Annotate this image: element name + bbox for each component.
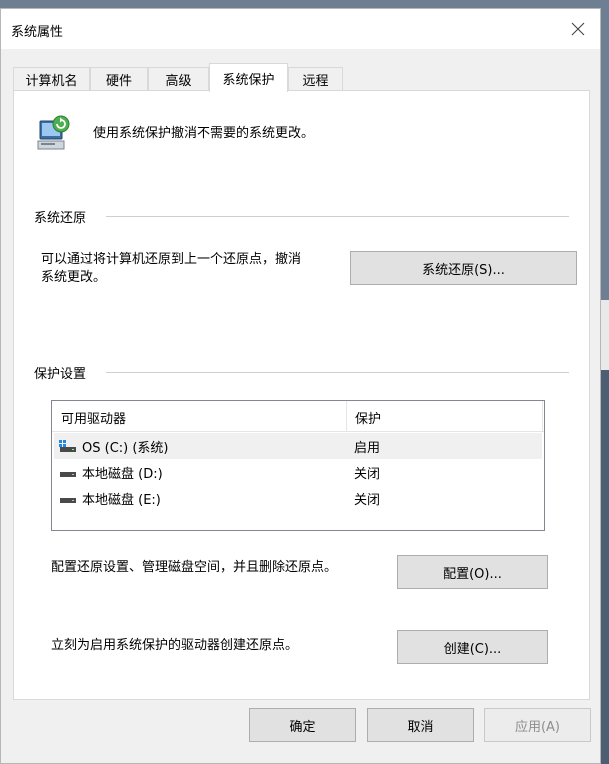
close-icon — [571, 22, 585, 36]
window-title: 系统属性 — [11, 25, 64, 40]
restore-description-line1: 可以通过将计算机还原到上一个还原点，撤消 — [41, 252, 302, 267]
drive-name: 本地磁盘 (E:) — [82, 493, 161, 508]
system-restore-description: 可以通过将计算机还原到上一个还原点，撤消 系统更改。 — [41, 251, 301, 287]
drives-listview[interactable]: 可用驱动器 保护 OS (C:) (系统) 启用 本地磁盘 (D:) 关闭 本地… — [51, 400, 545, 531]
column-separator[interactable] — [542, 401, 543, 431]
tab-hardware[interactable]: 硬件 — [90, 67, 148, 91]
drive-row-e[interactable]: 本地磁盘 (E:) 关闭 — [54, 485, 542, 511]
title-bar: 系统属性 — [1, 9, 600, 49]
apply-button[interactable]: 应用(A) — [484, 708, 591, 742]
drive-protection-status: 启用 — [354, 441, 381, 456]
column-separator[interactable] — [346, 401, 347, 431]
drive-protection-status: 关闭 — [354, 493, 381, 508]
system-restore-group-header: 系统还原 — [34, 207, 569, 226]
protection-settings-heading: 保护设置 — [34, 367, 87, 382]
group-divider — [106, 372, 569, 373]
configure-button[interactable]: 配置(O)... — [397, 555, 548, 589]
tab-system-protection[interactable]: 系统保护 — [209, 63, 288, 92]
disk-drive-icon — [60, 472, 76, 477]
listview-header: 可用驱动器 保护 — [52, 401, 544, 432]
intro-text: 使用系统保护撤消不需要的系统更改。 — [93, 126, 315, 141]
protection-settings-group-header: 保护设置 — [34, 363, 569, 382]
drive-name: 本地磁盘 (D:) — [82, 467, 163, 482]
drive-row-d[interactable]: 本地磁盘 (D:) 关闭 — [54, 459, 542, 485]
drive-protection-status: 关闭 — [354, 467, 381, 482]
system-restore-heading: 系统还原 — [34, 211, 87, 226]
column-header-protection[interactable]: 保护 — [355, 408, 381, 427]
disk-drive-icon — [60, 498, 76, 503]
tab-remote[interactable]: 远程 — [288, 67, 343, 91]
group-divider — [106, 216, 569, 217]
create-description: 立刻为启用系统保护的驱动器创建还原点。 — [51, 638, 299, 653]
close-button[interactable] — [556, 9, 600, 49]
system-drive-icon — [59, 440, 76, 452]
configure-description: 配置还原设置、管理磁盘空间，并且删除还原点。 — [51, 560, 338, 575]
tab-advanced[interactable]: 高级 — [148, 67, 209, 91]
cancel-button[interactable]: 取消 — [367, 708, 474, 742]
tab-computer-name[interactable]: 计算机名 — [13, 67, 90, 91]
ok-button[interactable]: 确定 — [249, 708, 356, 742]
column-header-drive[interactable]: 可用驱动器 — [61, 408, 126, 427]
system-protection-icon — [37, 115, 70, 150]
restore-description-line2: 系统更改。 — [41, 270, 107, 285]
system-properties-dialog: 系统属性 计算机名 硬件 高级 系统保护 远程 使用系统保护撤消不需要的系统更改… — [0, 8, 601, 764]
drive-name: OS (C:) (系统) — [82, 441, 169, 456]
system-restore-button[interactable]: 系统还原(S)... — [350, 251, 577, 285]
desktop-background — [601, 370, 609, 764]
system-protection-panel: 使用系统保护撤消不需要的系统更改。 系统还原 可以通过将计算机还原到上一个还原点… — [13, 90, 590, 700]
create-button[interactable]: 创建(C)... — [397, 630, 548, 664]
drive-row-c[interactable]: OS (C:) (系统) 启用 — [54, 433, 542, 459]
background-window-edge — [600, 300, 609, 370]
